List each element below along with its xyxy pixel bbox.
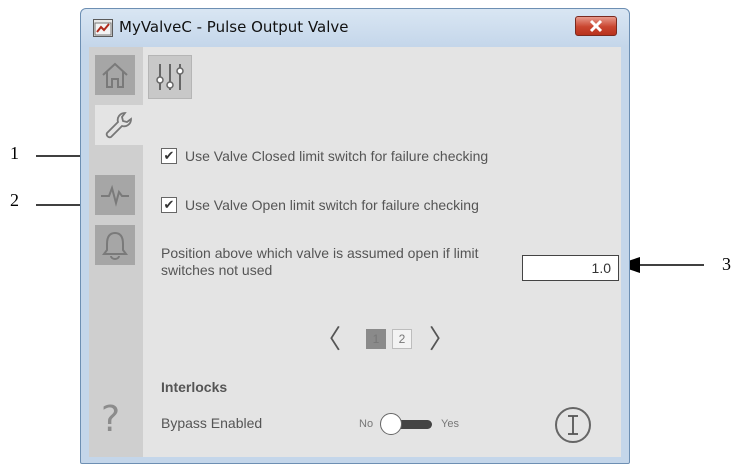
settings-tab[interactable] — [148, 55, 192, 99]
bell-icon — [102, 231, 128, 260]
next-page-button[interactable]: 〉 — [429, 319, 455, 356]
toggle-knob — [380, 413, 402, 435]
interlocks-heading: Interlocks — [161, 379, 228, 395]
bypass-label: Bypass Enabled — [161, 415, 263, 431]
page-2-button[interactable]: 2 — [392, 329, 412, 349]
closed-limit-row: ✔ Use Valve Closed limit switch for fail… — [161, 148, 488, 164]
title-bar[interactable]: MyValveC - Pulse Output Valve — [81, 9, 629, 45]
faceplate-body: ? ✔ Use Valve Closed limit switch for fa… — [89, 47, 621, 457]
trend-icon — [101, 184, 129, 207]
window-title: MyValveC - Pulse Output Valve — [119, 18, 349, 36]
toggle-no-label: No — [359, 418, 374, 430]
wrench-icon — [105, 112, 132, 139]
info-icon — [568, 415, 578, 435]
closed-limit-checkbox[interactable]: ✔ — [161, 148, 177, 164]
toggle-yes-label: Yes — [441, 418, 459, 430]
closed-limit-label: Use Valve Closed limit switch for failur… — [185, 148, 489, 164]
tab-trends[interactable] — [95, 175, 135, 215]
checkmark-icon: ✔ — [163, 148, 175, 164]
close-button[interactable] — [575, 16, 617, 36]
tab-maintenance[interactable] — [95, 105, 143, 145]
info-button[interactable] — [555, 407, 591, 443]
tab-alarms[interactable] — [95, 225, 135, 265]
checkmark-icon: ✔ — [163, 197, 175, 213]
position-threshold-input[interactable]: 1.0 — [522, 255, 619, 281]
prev-page-button[interactable]: 〈 — [315, 319, 341, 356]
tab-home[interactable] — [95, 55, 135, 95]
faceplate-window: MyValveC - Pulse Output Valve ? ✔ Use Va… — [80, 8, 630, 464]
open-limit-row: ✔ Use Valve Open limit switch for failur… — [161, 197, 479, 213]
page-1-button[interactable]: 1 — [366, 329, 386, 349]
home-icon — [102, 62, 128, 88]
sliders-icon — [156, 64, 184, 90]
close-icon — [589, 19, 603, 33]
position-threshold-label: Position above which valve is assumed op… — [161, 245, 479, 278]
bypass-toggle[interactable] — [380, 413, 434, 435]
help-icon[interactable]: ? — [101, 399, 120, 440]
faceplate-app-icon — [93, 19, 113, 37]
open-limit-checkbox[interactable]: ✔ — [161, 197, 177, 213]
sidebar: ? — [89, 47, 143, 457]
open-limit-label: Use Valve Open limit switch for failure … — [185, 197, 479, 213]
